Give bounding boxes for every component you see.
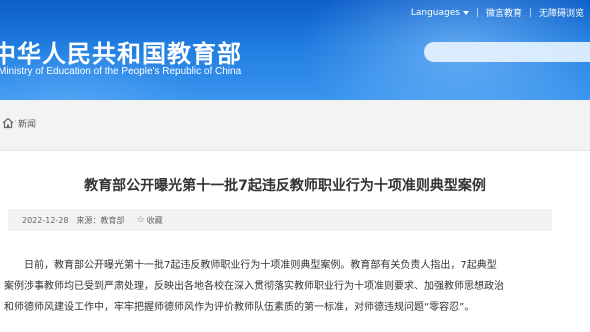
microblog-link[interactable]: 微言教育 bbox=[486, 6, 522, 19]
article-source: 来源：教育部 bbox=[76, 215, 125, 225]
paragraph-line: 和师德师风建设工作中，牢牢把握师德师风作为评价教师队伍素质的第一标准，对师德违规… bbox=[4, 302, 475, 313]
top-links: Languages 微言教育 无障碍浏览 bbox=[411, 6, 584, 20]
divider bbox=[476, 8, 478, 17]
home-icon[interactable] bbox=[2, 117, 14, 129]
article-title: 教育部公开曝光第十一批7起违反教师职业行为十项准则典型案例 bbox=[84, 178, 486, 194]
breadcrumb-separator: · bbox=[14, 117, 17, 127]
accessibility-link[interactable]: 无障碍浏览 bbox=[539, 6, 584, 19]
article-body: 日前，教育部公开曝光第十一批7起违反教师职业行为十项准则典型案例。教育部有关负责… bbox=[4, 255, 588, 318]
search-input[interactable] bbox=[424, 42, 590, 62]
breadcrumb-bar bbox=[0, 100, 590, 151]
paragraph-line: 案例涉事教师均已受到严肃处理，反映出各地各校在深入贯彻落实教师职业行为十项准则要… bbox=[4, 281, 504, 292]
languages-label: Languages bbox=[410, 7, 460, 18]
star-icon[interactable]: ☆ bbox=[137, 215, 145, 225]
paragraph-line: 日前，教育部公开曝光第十一批7起违反教师职业行为十项准则典型案例。教育部有关负责… bbox=[24, 260, 497, 271]
divider bbox=[529, 8, 531, 17]
caret-down-icon bbox=[462, 10, 469, 15]
publish-date: 2022-12-28 bbox=[22, 215, 69, 225]
site-title-chinese[interactable]: 中华人民共和国教育部 bbox=[0, 34, 242, 69]
breadcrumb-news[interactable]: 新闻 bbox=[18, 117, 36, 130]
site-header: Languages 微言教育 无障碍浏览 中华人民共和国教育部 Ministry… bbox=[0, 0, 590, 100]
favorite-button[interactable]: 收藏 bbox=[147, 215, 163, 226]
article-meta-bar: 2022-12-28 来源：教育部 ☆ 收藏 bbox=[8, 209, 552, 231]
languages-dropdown[interactable]: Languages bbox=[411, 8, 469, 18]
site-title-english: Ministry of Education of the People's Re… bbox=[0, 66, 242, 77]
